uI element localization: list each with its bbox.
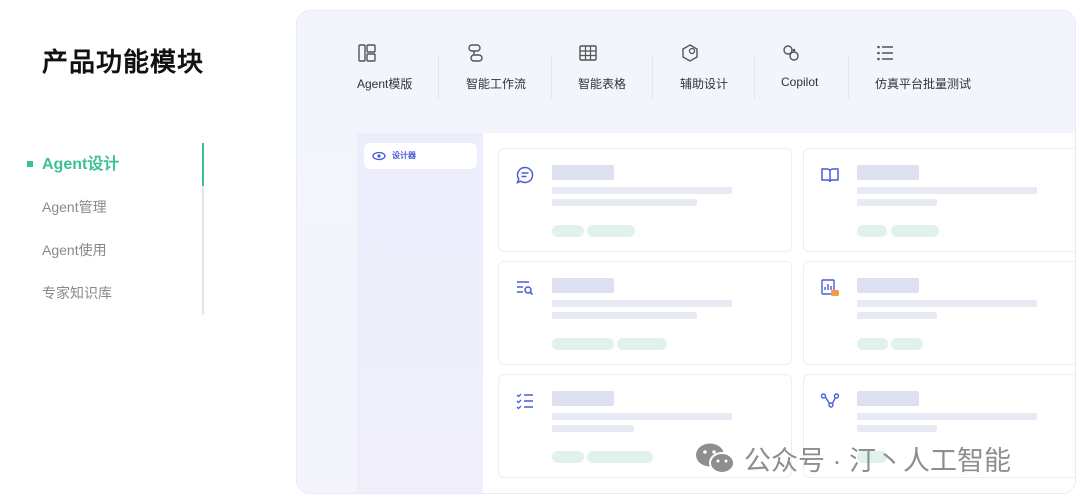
eye-logo-icon xyxy=(372,151,386,161)
sidebar-item-label: 设计器 xyxy=(392,151,416,160)
chat-icon xyxy=(516,166,534,184)
card-tag-placeholder xyxy=(552,451,584,463)
feature-label: 智能表格 xyxy=(578,77,627,91)
table-icon xyxy=(579,45,597,61)
feature-divider xyxy=(652,55,653,99)
checklist-icon xyxy=(516,393,533,410)
card-line-placeholder xyxy=(857,413,1037,420)
card-line-placeholder xyxy=(857,300,1037,307)
feature-divider xyxy=(848,55,849,99)
card-line-placeholder xyxy=(552,187,732,194)
feature-divider xyxy=(551,55,552,99)
card-line-placeholder xyxy=(857,312,937,319)
flow-icon xyxy=(820,393,840,408)
watermark-text: 公众号 · 汀丶人工智能 xyxy=(744,445,1011,476)
sidebar-item-designer[interactable]: 设计器 xyxy=(364,143,477,169)
wechat-icon xyxy=(696,443,735,474)
watermark: 公众号 · 汀丶人工智能 xyxy=(694,440,1011,476)
nav-item-knowledge-base[interactable]: 专家知识库 xyxy=(42,272,112,315)
nav-item-agent-manage[interactable]: Agent管理 xyxy=(42,186,107,229)
book-icon xyxy=(821,168,839,183)
card-title-placeholder xyxy=(857,391,919,406)
feature-bar: Agent模版 智能工作流 智能表格 辅助设计 Copilot 仿真平台批量测试 xyxy=(297,41,1075,101)
card-line-placeholder xyxy=(552,413,732,420)
feature-label: 智能工作流 xyxy=(466,77,527,91)
chart-upload-icon xyxy=(821,279,839,296)
card-tag-placeholder xyxy=(891,225,939,237)
designer-sidebar: 设计器 xyxy=(357,133,483,493)
card-title-placeholder xyxy=(857,278,919,293)
feature-label: 仿真平台批量测试 xyxy=(875,77,972,91)
nav-item-agent-design[interactable]: Agent设计 xyxy=(42,143,119,186)
card-title-placeholder xyxy=(552,391,614,406)
design-icon xyxy=(682,44,698,62)
page-title: 产品功能模块 xyxy=(42,47,205,77)
left-nav: Agent设计 Agent管理 Agent使用 专家知识库 xyxy=(0,143,204,315)
card-tag-placeholder xyxy=(552,338,614,350)
module-card[interactable] xyxy=(803,261,1075,365)
card-tag-placeholder xyxy=(857,338,888,350)
workflow-icon xyxy=(468,44,483,62)
card-tag-placeholder xyxy=(857,225,887,237)
card-title-placeholder xyxy=(552,278,614,293)
template-icon xyxy=(358,44,376,62)
card-line-placeholder xyxy=(857,187,1037,194)
card-line-placeholder xyxy=(552,312,697,319)
feature-divider xyxy=(438,55,439,99)
product-panel: Agent模版 智能工作流 智能表格 辅助设计 Copilot 仿真平台批量测试 xyxy=(296,10,1076,494)
card-line-placeholder xyxy=(857,199,937,206)
module-card[interactable] xyxy=(498,261,792,365)
card-line-placeholder xyxy=(857,425,937,432)
module-card[interactable] xyxy=(498,148,792,252)
feature-divider xyxy=(754,55,755,99)
nav-item-agent-use[interactable]: Agent使用 xyxy=(42,229,107,272)
feature-label: Agent模版 xyxy=(357,77,413,91)
card-tag-placeholder xyxy=(617,338,667,350)
card-title-placeholder xyxy=(857,165,919,180)
list-test-icon xyxy=(877,45,893,61)
nav-rail-active xyxy=(202,143,204,186)
card-tag-placeholder xyxy=(891,338,923,350)
feature-label: Copilot xyxy=(781,75,819,89)
search-list-icon xyxy=(517,281,534,296)
card-tag-placeholder xyxy=(587,225,635,237)
card-tag-placeholder xyxy=(587,451,653,463)
card-line-placeholder xyxy=(552,199,697,206)
card-title-placeholder xyxy=(552,165,614,180)
feature-label: 辅助设计 xyxy=(680,77,729,91)
card-tag-placeholder xyxy=(552,225,584,237)
copilot-icon xyxy=(783,45,799,61)
module-card[interactable] xyxy=(803,148,1075,252)
card-line-placeholder xyxy=(552,300,732,307)
card-line-placeholder xyxy=(552,425,634,432)
